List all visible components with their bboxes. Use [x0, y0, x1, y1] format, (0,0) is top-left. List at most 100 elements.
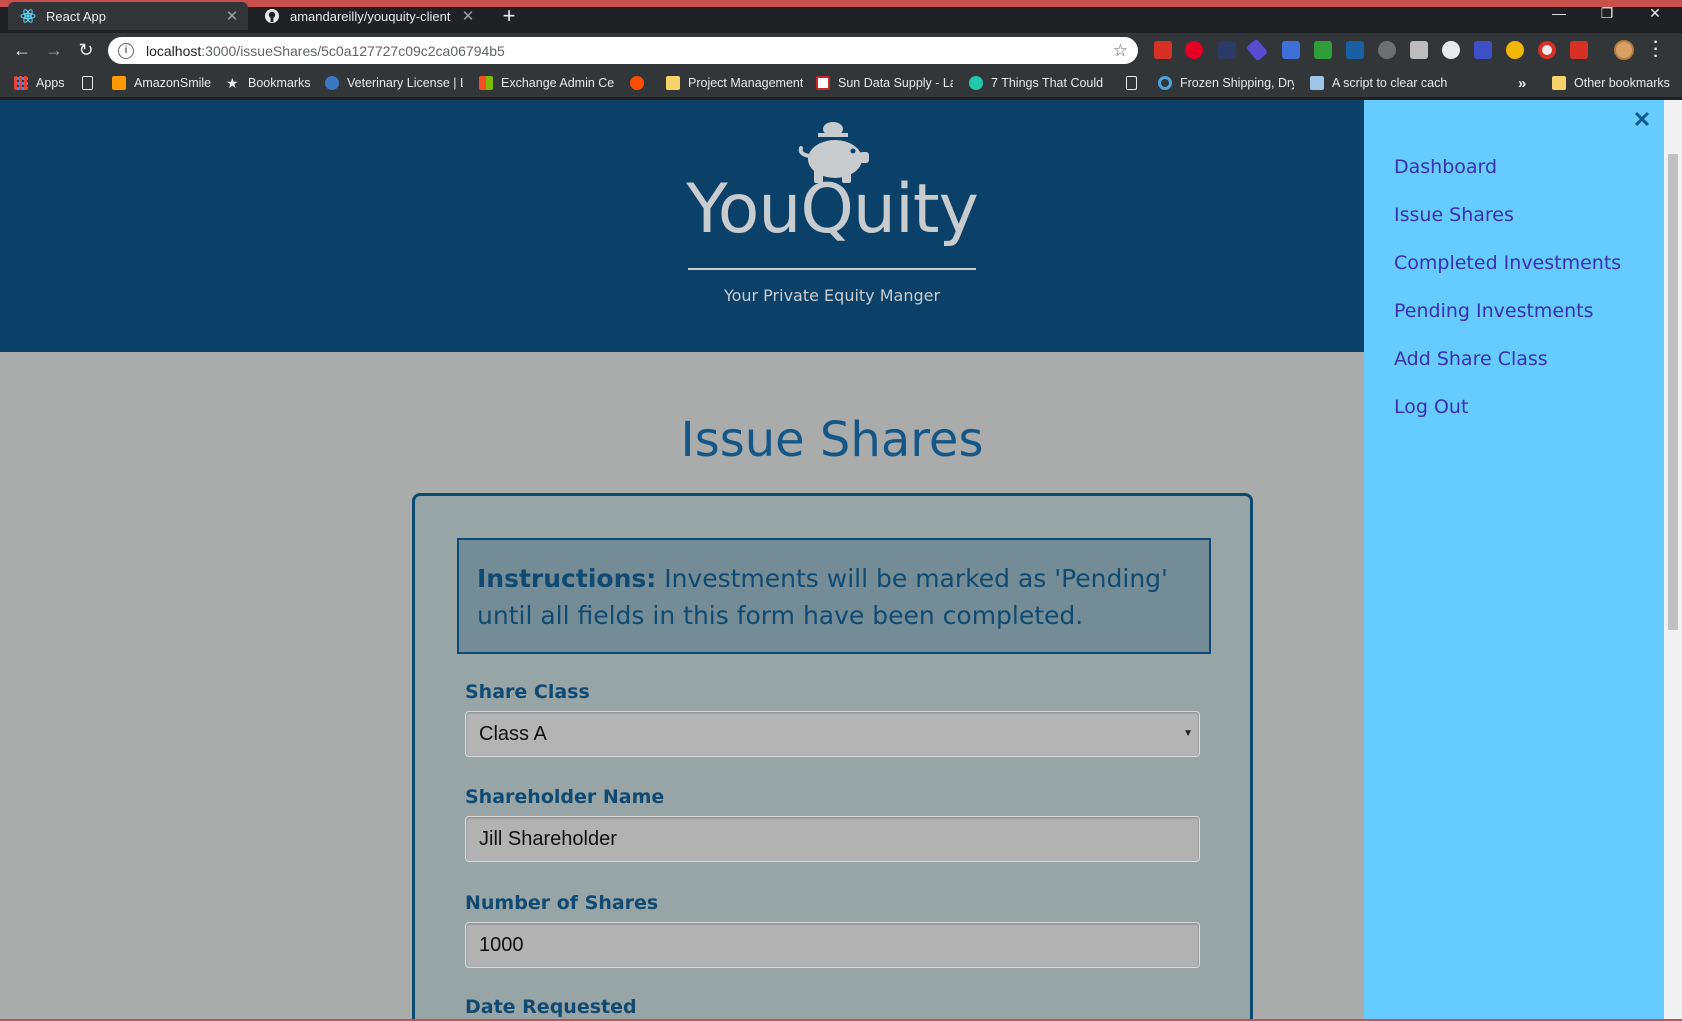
- ars-icon: [630, 76, 644, 90]
- veterinary-icon: [325, 76, 339, 90]
- minimize-icon[interactable]: —: [1536, 0, 1582, 28]
- 404-icon: [1310, 76, 1324, 90]
- bookmark-label: Project Management: [688, 76, 804, 90]
- nav-add-share-class[interactable]: Add Share Class: [1394, 348, 1548, 370]
- bookmark-label: Apps: [36, 76, 65, 90]
- tab-close-icon[interactable]: ✕: [222, 7, 242, 25]
- share-class-value: Class A: [479, 723, 547, 745]
- side-nav-drawer: ✕ Dashboard Issue Shares Completed Inves…: [1364, 100, 1664, 1021]
- forward-icon[interactable]: →: [42, 38, 66, 62]
- bookmark-other-bookmarks[interactable]: Other bookmarks: [1552, 74, 1670, 92]
- nav-dashboard[interactable]: Dashboard: [1394, 156, 1497, 178]
- tab-title: React App: [46, 8, 106, 24]
- bookmark-label: Bookmarks: [248, 76, 311, 90]
- bookmark-sun-data-supply[interactable]: Sun Data Supply - La: [816, 74, 953, 92]
- profile-avatar[interactable]: [1614, 40, 1634, 60]
- bookmark-page-2[interactable]: [1126, 74, 1145, 92]
- bookmark-ars[interactable]: [630, 74, 644, 92]
- extension-z-icon[interactable]: [1474, 41, 1492, 59]
- new-tab-button[interactable]: +: [496, 4, 522, 30]
- bookmark-label: A script to clear cach: [1332, 76, 1448, 90]
- react-icon: [20, 8, 36, 24]
- page-title: Issue Shares: [680, 412, 984, 468]
- app-page: YouQuity Your Private Equity Manger Issu…: [0, 100, 1682, 1021]
- number-of-shares-label: Number of Shares: [465, 892, 659, 914]
- brand-name: YouQuity: [686, 170, 979, 249]
- extension-triangle-icon[interactable]: [1346, 41, 1364, 59]
- share-class-label: Share Class: [465, 681, 590, 703]
- bookmark-label: Sun Data Supply - La: [838, 76, 953, 90]
- bookmark-label: Other bookmarks: [1574, 76, 1670, 90]
- bookmark-label: Veterinary License | Lo: [347, 76, 463, 90]
- apps-grid-icon: [14, 76, 28, 90]
- tab-react-app[interactable]: React App ✕: [8, 2, 248, 30]
- folder-icon: [666, 76, 680, 90]
- folder-icon: [1552, 76, 1566, 90]
- bookmark-amazonsmile[interactable]: AmazonSmile: [112, 74, 211, 92]
- restore-icon[interactable]: ❐: [1584, 0, 1630, 28]
- extension-gear-icon[interactable]: [1506, 41, 1524, 59]
- amazon-icon: [112, 76, 126, 90]
- extension-pinterest-icon[interactable]: [1185, 41, 1203, 59]
- bookmark-apps[interactable]: Apps: [14, 74, 65, 92]
- address-bar[interactable]: i localhost:3000/issueShares/5c0a127727c…: [108, 37, 1138, 64]
- scrollbar-thumb[interactable]: [1668, 154, 1678, 630]
- extension-u-icon[interactable]: [1218, 41, 1236, 59]
- reload-icon[interactable]: ↻: [74, 38, 98, 62]
- instructions-box: Instructions: Investments will be marked…: [457, 538, 1211, 654]
- back-icon[interactable]: ←: [10, 38, 34, 62]
- extension-pen-icon[interactable]: [1245, 38, 1269, 62]
- bookmark-label: Exchange Admin Cen: [501, 76, 615, 90]
- nav-log-out[interactable]: Log Out: [1394, 396, 1468, 418]
- extension-cors-icon[interactable]: [1314, 41, 1332, 59]
- tab-title: amandareilly/youquity-client: [290, 8, 451, 24]
- bookmarks-bar: Apps AmazonSmile ★ Bookmarks Veterinary …: [0, 67, 1682, 98]
- extension-t-icon[interactable]: [1282, 41, 1300, 59]
- extension-contrast-icon[interactable]: [1442, 41, 1460, 59]
- extension-sync-icon[interactable]: [1378, 41, 1396, 59]
- nav-issue-shares[interactable]: Issue Shares: [1394, 204, 1514, 226]
- sun-data-icon: [816, 76, 830, 90]
- arrow-circle-icon: [969, 76, 983, 90]
- shareholder-name-input[interactable]: Jill Shareholder: [465, 816, 1200, 862]
- bookmark-star-icon[interactable]: ☆: [1113, 41, 1128, 61]
- page-icon: [82, 76, 93, 90]
- bookmark-label: 7 Things That Could B: [991, 76, 1104, 90]
- dropdown-caret-icon: ▼: [1183, 728, 1193, 739]
- number-of-shares-input[interactable]: 1000: [465, 922, 1200, 968]
- bookmark-veterinary[interactable]: Veterinary License | Lo: [325, 74, 463, 92]
- close-icon[interactable]: ✕: [1632, 108, 1652, 132]
- app-header: YouQuity Your Private Equity Manger: [0, 100, 1364, 352]
- browser-chrome: React App ✕ amandareilly/youquity-client…: [0, 0, 1682, 100]
- tab-bar: React App ✕ amandareilly/youquity-client…: [0, 0, 1682, 30]
- tab-close-icon[interactable]: ✕: [458, 7, 478, 25]
- tab-github[interactable]: amandareilly/youquity-client ✕: [252, 2, 484, 30]
- bookmark-exchange-admin[interactable]: Exchange Admin Cen: [479, 74, 615, 92]
- site-info-icon[interactable]: i: [118, 42, 134, 59]
- date-requested-label: Date Requested: [465, 996, 637, 1018]
- bookmark-label: AmazonSmile: [134, 76, 212, 90]
- extension-camera-icon[interactable]: [1410, 41, 1428, 59]
- nav-completed-investments[interactable]: Completed Investments: [1394, 252, 1621, 274]
- bookmark-7-things[interactable]: 7 Things That Could B: [969, 74, 1104, 92]
- brand-divider: [688, 268, 976, 270]
- extension-red-icon[interactable]: [1570, 41, 1588, 59]
- bookmark-label: Frozen Shipping, Dry: [1180, 76, 1294, 90]
- bookmark-frozen-shipping[interactable]: Frozen Shipping, Dry: [1158, 74, 1294, 92]
- bookmark-bookmarks[interactable]: ★ Bookmarks: [226, 74, 311, 92]
- issue-shares-form: Instructions: Investments will be marked…: [412, 493, 1253, 1021]
- extension-lastpass-icon[interactable]: [1154, 41, 1172, 59]
- shareholder-name-label: Shareholder Name: [465, 786, 665, 808]
- star-icon: ★: [226, 75, 239, 91]
- nav-pending-investments[interactable]: Pending Investments: [1394, 300, 1594, 322]
- page-scrollbar[interactable]: [1664, 100, 1682, 1021]
- window-close-icon[interactable]: ✕: [1632, 0, 1678, 28]
- bookmark-clear-cache[interactable]: A script to clear cach: [1310, 74, 1450, 92]
- bookmark-project-management[interactable]: Project Management: [666, 74, 803, 92]
- extension-o-icon[interactable]: [1538, 41, 1556, 59]
- bookmarks-overflow-button[interactable]: »: [1518, 74, 1526, 92]
- github-icon: [264, 8, 280, 24]
- browser-menu-icon[interactable]: · · ·: [1652, 35, 1660, 65]
- bookmark-page[interactable]: [82, 74, 101, 92]
- share-class-select[interactable]: Class A ▼: [465, 711, 1200, 757]
